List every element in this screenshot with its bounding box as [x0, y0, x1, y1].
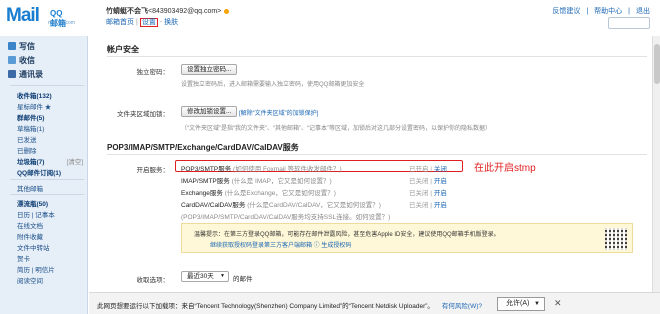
warning-line-1: 温馨提示：在第三方登录QQ邮箱，可能存在邮件泄露风险，甚至危害Apple ID安… — [194, 232, 500, 238]
logout-link[interactable]: 退出 — [636, 8, 650, 15]
receive-period-select[interactable]: 最近30天 ▼ — [181, 271, 229, 282]
carddav-toggle-link[interactable]: 开启 — [434, 202, 447, 209]
pop3-help-link[interactable]: (如何使用 Foxmail 等软件收发邮件？) — [233, 166, 342, 173]
chevron-down-icon: ▼ — [534, 301, 540, 307]
exchange-service: Exchange服务 (什么是Exchange，它又是如何设置？) — [181, 190, 336, 197]
sidebar-item-resume[interactable]: 简历 | 明信片 — [17, 264, 55, 274]
pop3-section-title: POP3/IMAP/SMTP/Exchange/CardDAV/CalDAV服务 — [107, 143, 299, 152]
addon-notification-bar: 此网页想要运行以下加载项：来自“Tencent Technology(Shenz… — [89, 292, 660, 314]
sidebar-item-reading[interactable]: 阅读空间 — [17, 275, 43, 285]
sidebar-item-attachments[interactable]: 附件收藏 — [17, 231, 43, 241]
standalone-password-label: 独立密码： — [136, 69, 170, 76]
skin-link[interactable]: 换肤 — [164, 19, 178, 26]
feedback-link[interactable]: 反馈建议 — [552, 8, 580, 15]
user-name: 竹蜻蜓不会飞 — [106, 8, 148, 15]
pop3-service: POP3/SMTP服务 (如何使用 Foxmail 等软件收发邮件？) — [181, 166, 342, 173]
header: Mail QQ邮箱 mail.qq.com 竹蜻蜓不会飞<843903492@q… — [0, 0, 660, 36]
home-link[interactable]: 邮箱首页 — [106, 19, 134, 26]
exchange-status: 已关闭 | 开启 — [409, 190, 447, 197]
allow-button[interactable]: 允许(A) ▼ — [497, 297, 545, 311]
exchange-help-link[interactable]: (什么是Exchange，它又是如何设置？) — [225, 190, 336, 197]
sidebar-item-transfer[interactable]: 文件中转站 — [17, 242, 50, 252]
settings-link[interactable]: 设置 — [139, 18, 158, 27]
search-input[interactable] — [608, 17, 650, 29]
folder-lock-note: （“文件夹区域”是指“我的文件夹”、“其他邮箱”、“记事本”等区域，加锁后对这几… — [181, 126, 491, 132]
sidebar-item-cards[interactable]: 贺卡 — [17, 253, 30, 263]
carddav-status: 已关闭 | 开启 — [409, 202, 447, 209]
carddav-service: CardDAV/CalDAV服务 (什么是CardDAV/CalDAV，它又是如… — [181, 202, 381, 209]
qq-mail-logo[interactable]: Mail QQ邮箱 mail.qq.com — [6, 5, 75, 31]
divider — [10, 85, 84, 86]
pop3-status: 已开启 | 关闭 — [409, 166, 447, 173]
divider — [10, 194, 84, 195]
imap-toggle-link[interactable]: 开启 — [434, 178, 447, 185]
divider — [107, 154, 647, 155]
user-info: 竹蜻蜓不会飞<843903492@qq.com> — [106, 6, 230, 16]
settings-content: 帐户安全 独立密码： 设置独立密码... 设置独立密码后，进入邮箱需要输入独立密… — [89, 36, 660, 314]
sidebar-item-group[interactable]: 群邮件(5) — [17, 112, 44, 122]
sidebar-item-inbox[interactable]: 收件箱(132) — [17, 90, 52, 100]
envelope-icon — [8, 56, 16, 64]
sidebar-item-starred[interactable]: 星标邮件 ★ — [17, 101, 51, 111]
empty-spam-link[interactable]: [清空] — [66, 159, 83, 166]
folder-lock-label: 文件夹区域加锁： — [117, 111, 169, 118]
account-security-title: 帐户安全 — [107, 45, 139, 54]
imap-status: 已关闭 | 开启 — [409, 178, 447, 185]
inbox-button[interactable]: 收信 — [8, 55, 35, 66]
contacts-button[interactable]: 通讯录 — [8, 69, 43, 80]
open-service-label: 开启服务： — [136, 167, 170, 174]
sidebar-item-calendar[interactable]: 日历 | 记事本 — [17, 209, 55, 219]
help-link[interactable]: 帮助中心 — [594, 8, 622, 15]
compose-button[interactable]: 写信 — [8, 41, 35, 52]
remove-lock-link[interactable]: [解除“文件夹区域”的加锁保护] — [239, 108, 318, 117]
scrollbar[interactable] — [652, 36, 660, 292]
logo-text: Mail — [6, 5, 40, 26]
carddav-help-link[interactable]: (什么是CardDAV/CalDAV，它又是如何设置？) — [247, 202, 381, 209]
risk-link[interactable]: 有何风险(W)? — [442, 303, 482, 310]
standalone-password-note: 设置独立密码后，进入邮箱需要输入独立密码，使用QQ邮箱更加安全 — [181, 82, 365, 88]
sidebar-item-bottle[interactable]: 漂流瓶(50) — [17, 198, 48, 208]
annotation-text: 在此开启stmp — [474, 163, 536, 174]
chevron-down-icon: ▼ — [220, 273, 225, 279]
exchange-toggle-link[interactable]: 开启 — [434, 190, 447, 197]
sidebar-item-drafts[interactable]: 草稿箱(1) — [17, 123, 44, 133]
imap-service: IMAP/SMTP服务 (什么是 IMAP，它又是如何设置？) — [181, 178, 332, 185]
sidebar-item-subscription[interactable]: QQ邮件订阅(1) — [17, 167, 61, 177]
sidebar-item-docs[interactable]: 在线文档 — [17, 220, 43, 230]
modify-lock-button[interactable]: 修改加锁设置... — [181, 106, 238, 117]
close-icon[interactable]: ✕ — [554, 298, 562, 309]
user-email: <843903492@qq.com> — [148, 8, 222, 15]
header-links: 邮箱首页 | 设置 - 换肤 — [106, 18, 179, 27]
logo-domain: mail.qq.com — [48, 20, 75, 26]
warning-box: 温馨提示：在第三方登录QQ邮箱，可能存在邮件泄露风险，甚至危害Apple ID安… — [181, 223, 633, 253]
divider — [107, 56, 647, 57]
generate-auth-code-link[interactable]: 继续获取授权码登录第三方客户端邮箱 ⓘ 生成授权码 — [210, 240, 351, 249]
status-dot-icon — [224, 8, 230, 14]
receive-options-label: 收取选项： — [136, 277, 170, 284]
sidebar-item-spam[interactable]: 垃圾箱(7) [清空] — [17, 156, 83, 166]
ssl-note: (POP3/IMAP/SMTP/CardDAV/CalDAV服务均支持SSL连接… — [181, 214, 391, 221]
receive-suffix: 的邮件 — [233, 276, 253, 283]
logo-brand: QQ邮箱 — [50, 9, 66, 28]
addon-message: 此网页想要运行以下加载项：来自“Tencent Technology(Shenz… — [97, 303, 483, 310]
pop3-toggle-link[interactable]: 关闭 — [434, 166, 447, 173]
scrollbar-thumb[interactable] — [654, 44, 660, 84]
imap-help-link[interactable]: (什么是 IMAP，它又是如何设置？) — [232, 178, 332, 185]
sidebar-item-other-mail[interactable]: 其他邮箱 — [17, 183, 43, 193]
qr-code-icon — [605, 228, 627, 250]
contacts-icon — [8, 70, 16, 78]
sidebar-item-deleted[interactable]: 已删除 — [17, 145, 37, 155]
top-links: 反馈建议 | 帮助中心 | 退出 — [552, 8, 650, 15]
pen-icon — [8, 42, 16, 50]
sidebar: 写信 收信 通讯录 收件箱(132) 星标邮件 ★ 群邮件(5) 草稿箱(1) … — [0, 36, 88, 314]
divider — [10, 179, 84, 180]
sidebar-item-sent[interactable]: 已发送 — [17, 134, 37, 144]
set-standalone-password-button[interactable]: 设置独立密码... — [181, 64, 238, 75]
